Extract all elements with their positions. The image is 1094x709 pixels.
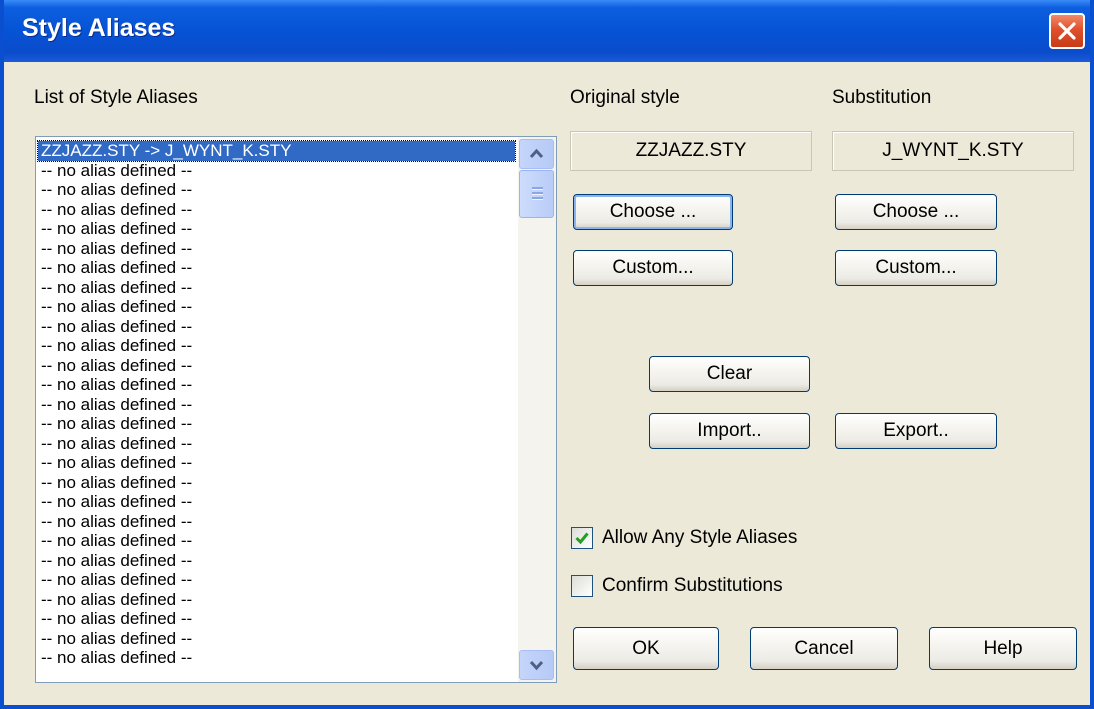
list-item[interactable]: -- no alias defined -- [38,590,515,610]
list-item[interactable]: -- no alias defined -- [38,258,515,278]
list-item[interactable]: -- no alias defined -- [38,492,515,512]
ok-button[interactable]: OK [573,627,719,670]
list-label: List of Style Aliases [34,87,198,108]
export-button[interactable]: Export.. [835,413,997,449]
list-item[interactable]: -- no alias defined -- [38,336,515,356]
list-item[interactable]: -- no alias defined -- [38,239,515,259]
list-item[interactable]: -- no alias defined -- [38,609,515,629]
list-item[interactable]: -- no alias defined -- [38,297,515,317]
confirm-substitutions-label[interactable]: Confirm Substitutions [602,575,783,597]
scroll-down-button[interactable] [519,650,554,680]
list-item[interactable]: -- no alias defined -- [38,356,515,376]
close-button[interactable] [1049,13,1085,49]
list-item[interactable]: -- no alias defined -- [38,531,515,551]
substitution-choose-button[interactable]: Choose ... [835,194,997,230]
list-item[interactable]: -- no alias defined -- [38,453,515,473]
original-style-label: Original style [570,87,680,108]
cancel-button[interactable]: Cancel [750,627,898,670]
list-item[interactable]: -- no alias defined -- [38,200,515,220]
list-item[interactable]: -- no alias defined -- [38,629,515,649]
clear-button[interactable]: Clear [649,356,810,392]
import-button[interactable]: Import.. [649,413,810,449]
allow-aliases-checkbox[interactable] [571,527,593,549]
list-item[interactable]: -- no alias defined -- [38,180,515,200]
list-item[interactable]: -- no alias defined -- [38,375,515,395]
list-item[interactable]: -- no alias defined -- [38,434,515,454]
style-aliases-dialog: Style Aliases List of Style Aliases ZZJA… [0,0,1094,709]
list-item[interactable]: -- no alias defined -- [38,512,515,532]
list-item[interactable]: -- no alias defined -- [38,395,515,415]
substitution-field: J_WYNT_K.STY [832,131,1074,171]
title-bar[interactable]: Style Aliases [4,0,1090,62]
list-item[interactable]: -- no alias defined -- [38,414,515,434]
list-item[interactable]: -- no alias defined -- [38,473,515,493]
original-style-field: ZZJAZZ.STY [570,131,812,171]
list-item[interactable]: -- no alias defined -- [38,551,515,571]
help-button[interactable]: Help [929,627,1077,670]
substitution-custom-button[interactable]: Custom... [835,250,997,286]
list-item[interactable]: -- no alias defined -- [38,648,515,668]
list-item[interactable]: -- no alias defined -- [38,278,515,298]
scroll-thumb[interactable] [519,170,554,218]
original-choose-button[interactable]: Choose ... [573,194,733,230]
allow-aliases-label[interactable]: Allow Any Style Aliases [602,527,797,549]
original-custom-button[interactable]: Custom... [573,250,733,286]
substitution-label: Substitution [832,87,932,108]
confirm-substitutions-checkbox[interactable] [571,575,593,597]
list-scrollbar[interactable] [518,137,556,682]
list-item[interactable]: -- no alias defined -- [38,317,515,337]
list-item[interactable]: ZZJAZZ.STY -> J_WYNT_K.STY [37,140,516,162]
aliases-list[interactable]: ZZJAZZ.STY -> J_WYNT_K.STY -- no alias de… [35,136,557,683]
window-title: Style Aliases [22,14,176,42]
list-item[interactable]: -- no alias defined -- [38,219,515,239]
list-item[interactable]: -- no alias defined -- [38,570,515,590]
aliases-list-items: ZZJAZZ.STY -> J_WYNT_K.STY -- no alias de… [36,137,518,682]
scroll-up-button[interactable] [519,139,554,169]
list-item[interactable]: -- no alias defined -- [38,161,515,181]
